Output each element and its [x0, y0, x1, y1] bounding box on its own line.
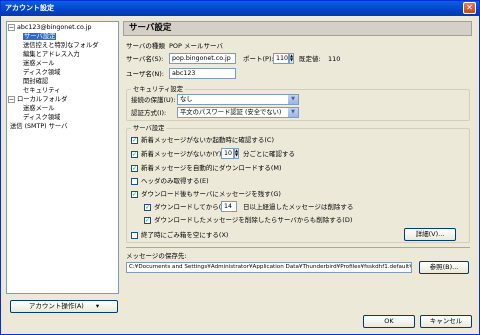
auth-method-select[interactable]: 平文のパスワード認証 (安全でない) ▼ [177, 107, 299, 118]
account-actions-label: アカウント操作(A) [28, 302, 84, 310]
leave-on-server-checkbox[interactable]: ✓ [131, 191, 138, 198]
username-label: ユーザ名(N): [126, 70, 164, 78]
leave-on-server-label: ダウンロード後もサーバにメッセージを残す(G) [141, 190, 281, 198]
settings-panel: サーバ設定 サーバの種類 POP メールサーバ サーバ名(S): pop.bin… [123, 21, 472, 289]
auth-method-label: 認証方式(I): [131, 109, 167, 117]
server-type-label: サーバの種類 [126, 42, 165, 50]
account-actions-button[interactable]: アカウント操作(A) ▾ [10, 300, 118, 313]
tree-item-local-folders[interactable]: − ローカルフォルダ [7, 95, 118, 104]
storage-label: メッセージの保存先: [126, 252, 187, 260]
tree-item-label: ディスク領域 [23, 69, 61, 76]
connection-security-select[interactable]: なし ▼ [177, 94, 299, 105]
spin-down-icon[interactable]: ▼ [235, 153, 238, 157]
title-bar: アカウント設定 ✕ [1, 1, 479, 16]
port-input[interactable]: 110 [273, 53, 289, 64]
tree-item-label: 送信控えと特別なフォルダ [23, 42, 99, 49]
browse-button[interactable]: 参照(B)... [419, 261, 469, 274]
cancel-button[interactable]: キャンセル [420, 315, 472, 328]
tree-item-label: サーバ設定 [23, 33, 57, 40]
account-tree[interactable]: − abc123@bingonet.co.jp サーバ設定 送信控えと特別なフォ… [6, 21, 119, 294]
tree-item-label: 迷惑メール [23, 60, 55, 67]
tree-item-disk-space[interactable]: ディスク領域 [7, 68, 118, 77]
tree-item-receipts[interactable]: 開封確認 [7, 77, 118, 86]
check-on-startup-label: 新着メッセージがないか起動時に確認する(C) [141, 136, 274, 144]
auto-download-label: 新着メッセージを自動的にダウンロードする(M) [141, 164, 282, 172]
spin-down-icon[interactable]: ▼ [290, 58, 293, 62]
delete-from-server-checkbox[interactable]: ✓ [144, 217, 151, 224]
headers-only-label: ヘッダのみ取得する(E) [141, 177, 209, 185]
check-every-checkbox[interactable]: ✓ [131, 151, 138, 158]
tree-item-local-junk[interactable]: 迷惑メール [7, 104, 118, 113]
default-port-value: 110 [328, 55, 341, 63]
divider [126, 247, 470, 248]
connection-security-label: 接続の保護(U): [131, 96, 176, 104]
delete-after-prefix: ダウンロードしてから(O) [154, 203, 229, 211]
server-type-value: POP メールサーバ [169, 42, 223, 50]
server-name-label: サーバ名(S): [126, 55, 164, 63]
security-group: セキュリティ設定 接続の保護(U): なし ▼ 認証方式(I): 平文のパスワー… [126, 85, 470, 121]
close-button[interactable]: ✕ [463, 2, 476, 14]
ok-button[interactable]: OK [363, 315, 415, 328]
tree-item-label: 迷惑メール [23, 105, 55, 112]
tree-item-local-disk-space[interactable]: ディスク領域 [7, 113, 118, 122]
collapse-icon[interactable]: − [8, 24, 15, 31]
tree-item-smtp[interactable]: 送信 (SMTP) サーバ [7, 122, 118, 131]
collapse-icon[interactable]: − [8, 96, 15, 103]
tree-item-security[interactable]: セキュリティ [7, 86, 118, 95]
tree-item-label: 開封確認 [23, 78, 49, 85]
account-settings-window: アカウント設定 ✕ − abc123@bingonet.co.jp サーバ設定 … [0, 0, 480, 335]
server-settings-group-title: サーバ設定 [131, 124, 167, 133]
chevron-down-icon[interactable]: ▼ [288, 108, 298, 117]
default-port-label: 既定値: [299, 55, 321, 63]
port-label: ポート(P): [243, 55, 274, 63]
panel-title: サーバ設定 [123, 21, 472, 36]
tree-item-label: 送信 (SMTP) サーバ [10, 123, 68, 130]
delete-after-suffix: 日以上経過したメッセージは削除する [243, 203, 354, 211]
auth-method-value: 平文のパスワード認証 (安全でない) [180, 109, 282, 116]
chevron-down-icon: ▾ [95, 302, 100, 310]
port-spinner[interactable]: ▲ ▼ [289, 53, 294, 64]
server-name-input[interactable]: pop.bingonet.co.jp [169, 53, 236, 64]
storage-path-input[interactable]: C:¥Documents and Settings¥Administrator¥… [126, 262, 412, 273]
check-interval-input[interactable]: 10 [221, 148, 234, 159]
tree-item-label: 編集とアドレス入力 [23, 51, 80, 58]
tree-item-label: ディスク領域 [23, 114, 61, 121]
check-on-startup-checkbox[interactable]: ✓ [131, 137, 138, 144]
window-title: アカウント設定 [5, 4, 54, 12]
tree-item-composition[interactable]: 編集とアドレス入力 [7, 50, 118, 59]
advanced-button[interactable]: 詳細(V)... [404, 228, 456, 241]
tree-item-label: abc123@bingonet.co.jp [17, 24, 92, 31]
delete-after-checkbox[interactable]: ✓ [144, 204, 151, 211]
headers-only-checkbox[interactable] [131, 178, 138, 185]
tree-item-copies-folders[interactable]: 送信控えと特別なフォルダ [7, 41, 118, 50]
server-settings-group: サーバ設定 ✓ 新着メッセージがないか起動時に確認する(C) ✓ 新着メッセージ… [126, 124, 470, 243]
empty-trash-checkbox[interactable] [131, 232, 138, 239]
check-every-suffix: 分ごとに確認する [243, 150, 295, 158]
empty-trash-label: 終了時にごみ箱を空にする(X) [141, 231, 229, 239]
tree-item-account[interactable]: − abc123@bingonet.co.jp [7, 23, 118, 32]
tree-item-label: セキュリティ [23, 87, 61, 94]
tree-item-server-settings[interactable]: サーバ設定 [7, 32, 118, 41]
auto-download-checkbox[interactable]: ✓ [131, 165, 138, 172]
tree-item-label: ローカルフォルダ [17, 96, 68, 103]
security-group-title: セキュリティ設定 [131, 85, 185, 94]
connection-security-value: なし [180, 96, 193, 103]
check-every-prefix: 新着メッセージがないか(Y) [141, 150, 222, 158]
delete-after-days-input[interactable]: 14 [221, 201, 237, 212]
chevron-down-icon[interactable]: ▼ [288, 95, 298, 104]
check-interval-spinner[interactable]: ▲ ▼ [234, 148, 239, 159]
delete-from-server-label: ダウンロードしたメッセージを削除したらサーバからも削除する(D) [154, 216, 353, 224]
username-input[interactable]: abc123 [169, 68, 236, 79]
tree-item-junk[interactable]: 迷惑メール [7, 59, 118, 68]
